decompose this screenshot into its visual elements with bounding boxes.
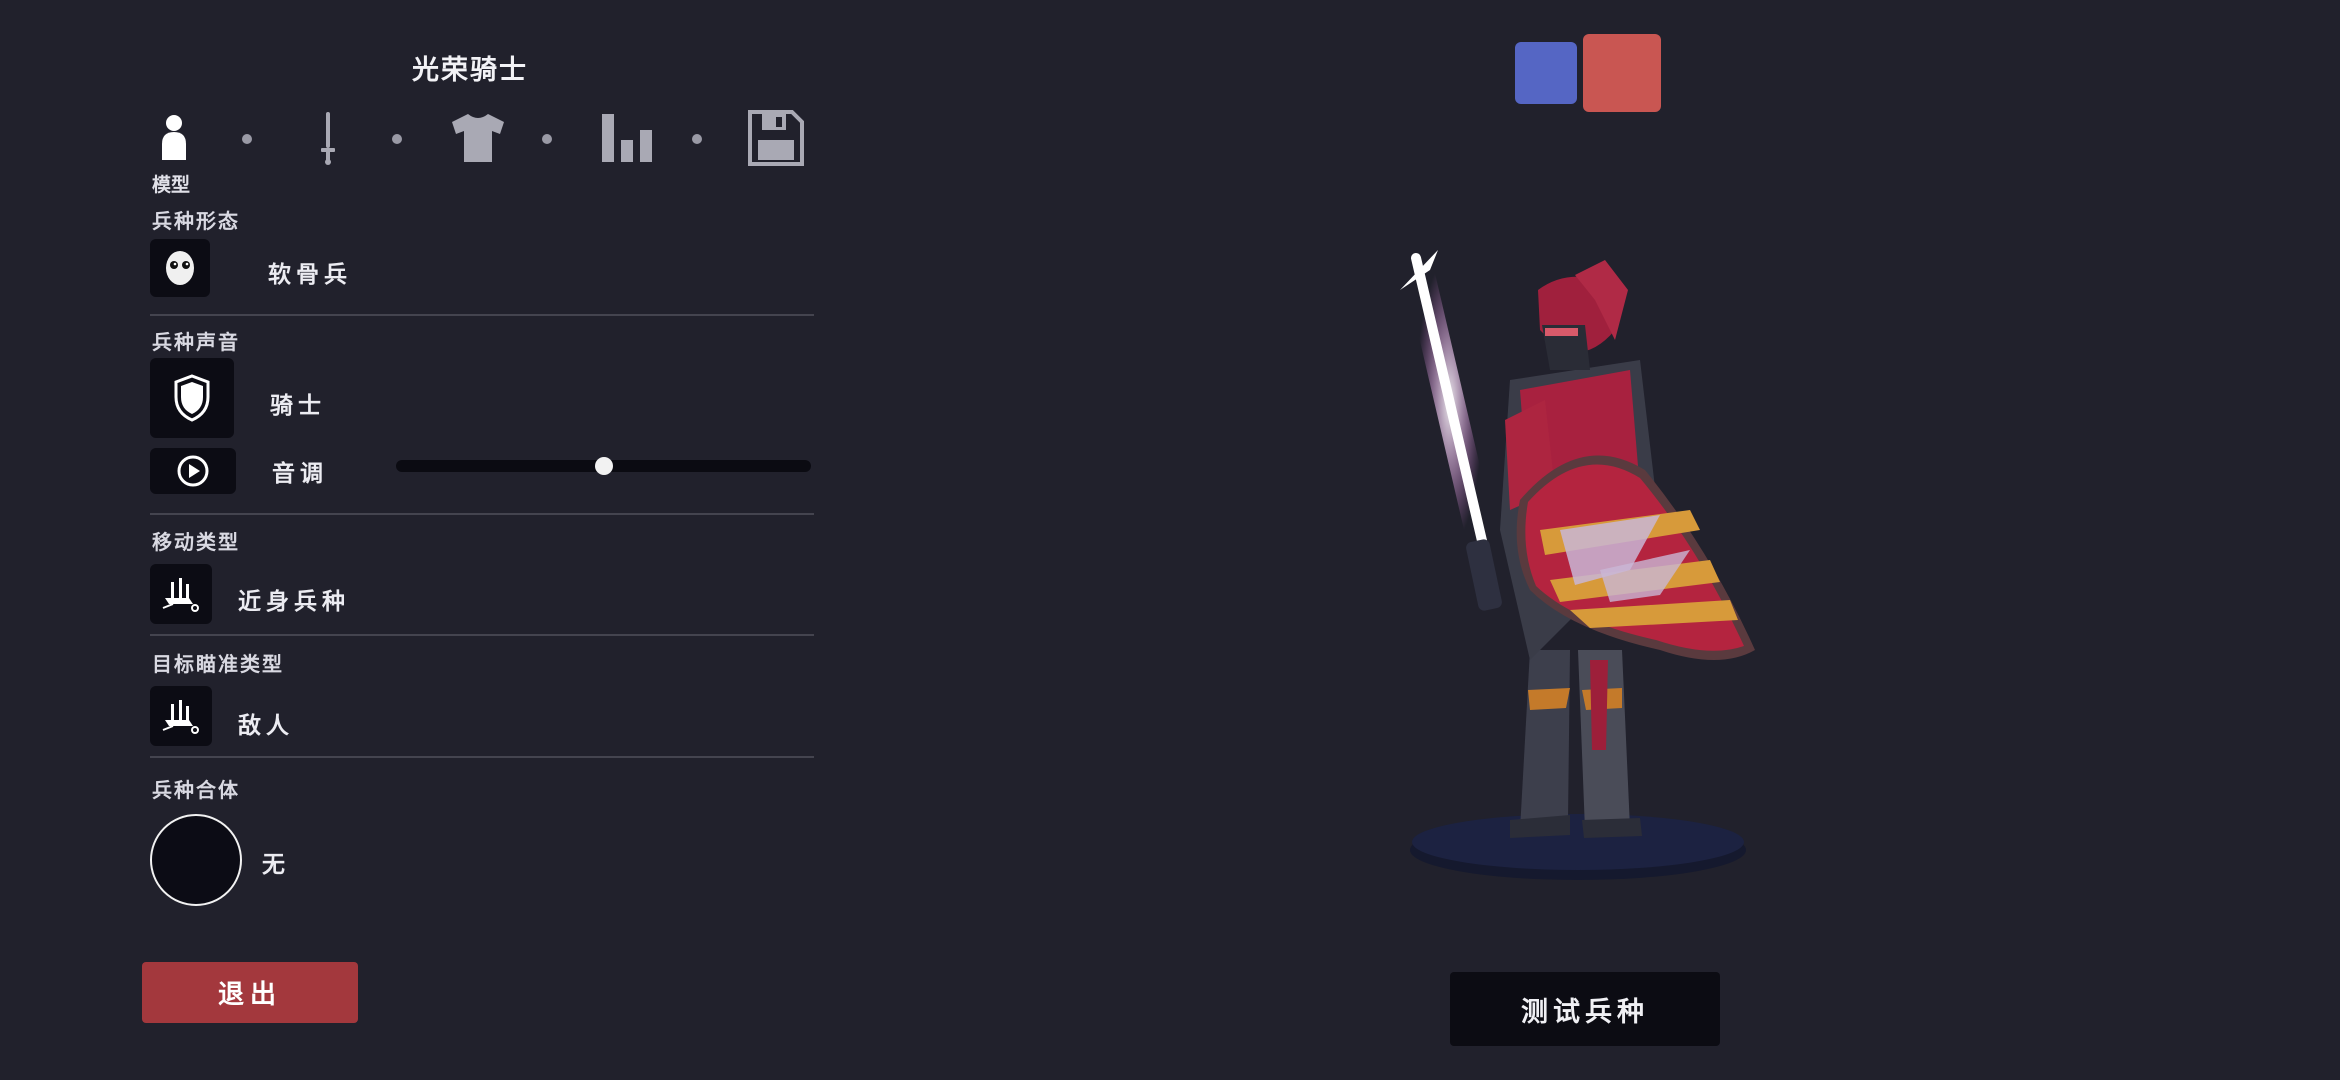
tab-model[interactable] xyxy=(150,110,206,166)
test-unit-button[interactable]: 测试兵种 xyxy=(1450,972,1720,1046)
movement-type-value: 近身兵种 xyxy=(238,589,350,615)
unit-voice-value: 骑士 xyxy=(270,393,326,419)
pitch-label: 音调 xyxy=(272,461,328,487)
tab-stats[interactable] xyxy=(600,110,656,166)
person-icon xyxy=(162,115,186,160)
unit-preview[interactable] xyxy=(1360,230,1800,910)
exit-button[interactable]: 退出 xyxy=(142,962,358,1023)
section-divider xyxy=(150,634,814,636)
tab-save[interactable] xyxy=(748,110,804,166)
unit-form-label: 兵种形态 xyxy=(152,209,240,233)
shirt-icon xyxy=(452,114,504,162)
tab-separator-dot xyxy=(242,134,252,144)
targeting-type-label: 目标瞄准类型 xyxy=(152,652,284,676)
team-red-button[interactable] xyxy=(1583,34,1661,112)
target-unit-icon xyxy=(162,700,199,734)
active-tab-label: 模型 xyxy=(152,174,191,196)
pitch-slider[interactable] xyxy=(396,457,811,475)
targeting-type-button[interactable] xyxy=(150,686,212,746)
tab-separator-dot xyxy=(392,134,402,144)
unit-merge-value: 无 xyxy=(262,852,290,878)
unit-name-title: 光荣骑士 xyxy=(412,55,528,86)
movement-type-button[interactable] xyxy=(150,564,212,624)
unit-merge-button[interactable] xyxy=(150,814,242,906)
targeting-type-value: 敌人 xyxy=(238,713,294,739)
tab-separator-dot xyxy=(542,134,552,144)
unit-voice-button[interactable] xyxy=(150,358,234,438)
team-blue-button[interactable] xyxy=(1515,42,1577,104)
melee-unit-icon xyxy=(162,578,199,612)
unit-form-button[interactable] xyxy=(150,239,210,297)
tab-separator-dot xyxy=(692,134,702,144)
movement-type-label: 移动类型 xyxy=(152,530,240,554)
editor-tab-bar xyxy=(150,110,804,166)
section-divider xyxy=(150,513,814,515)
play-icon xyxy=(177,455,209,487)
play-voice-button[interactable] xyxy=(150,448,236,494)
section-divider xyxy=(150,314,814,316)
unit-voice-label: 兵种声音 xyxy=(152,330,240,354)
floppy-disk-icon xyxy=(748,110,804,166)
shield-icon xyxy=(174,374,210,422)
section-divider xyxy=(150,756,814,758)
unit-form-value: 软骨兵 xyxy=(268,262,352,288)
skull-face-icon xyxy=(166,251,194,285)
tab-clothing[interactable] xyxy=(450,110,506,166)
tab-weapons[interactable] xyxy=(300,110,356,166)
pitch-slider-knob[interactable] xyxy=(594,457,613,475)
unit-merge-label: 兵种合体 xyxy=(152,778,240,802)
bar-chart-icon xyxy=(602,114,652,162)
sword-icon xyxy=(321,112,335,165)
